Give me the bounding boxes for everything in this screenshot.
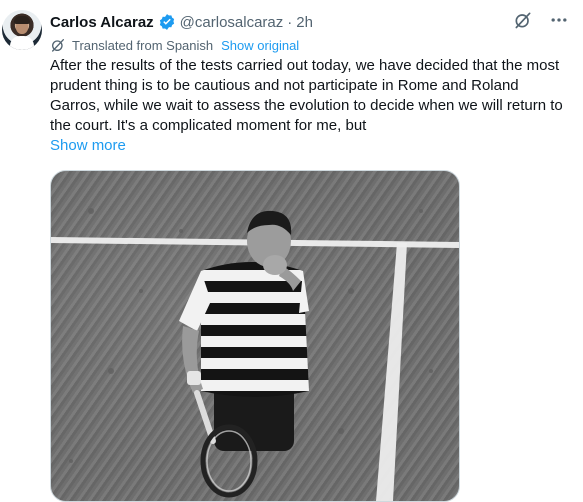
translate-globe-icon — [50, 37, 66, 53]
timestamp[interactable]: 2h — [296, 14, 313, 31]
grok-icon[interactable] — [513, 10, 533, 30]
verified-badge-icon — [158, 13, 176, 31]
tweet-photo[interactable] — [50, 170, 460, 502]
show-more-link[interactable]: Show more — [50, 137, 126, 154]
tweet-actions-top — [513, 10, 569, 30]
more-options-icon[interactable] — [549, 10, 569, 30]
author-name[interactable]: Carlos Alcaraz — [50, 14, 154, 31]
tweet-text: After the results of the tests carried o… — [50, 57, 563, 134]
translation-notice: Translated from Spanish Show original — [50, 36, 299, 54]
separator-dot: · — [287, 13, 293, 31]
translated-label: Translated from Spanish — [72, 37, 214, 53]
author-handle[interactable]: @carlosalcaraz — [180, 14, 284, 31]
avatar[interactable] — [2, 10, 42, 50]
tennis-player-photo — [51, 208, 459, 501]
tweet-header: Carlos Alcaraz @carlosalcaraz · 2h — [50, 12, 313, 32]
show-original-link[interactable]: Show original — [221, 38, 299, 53]
